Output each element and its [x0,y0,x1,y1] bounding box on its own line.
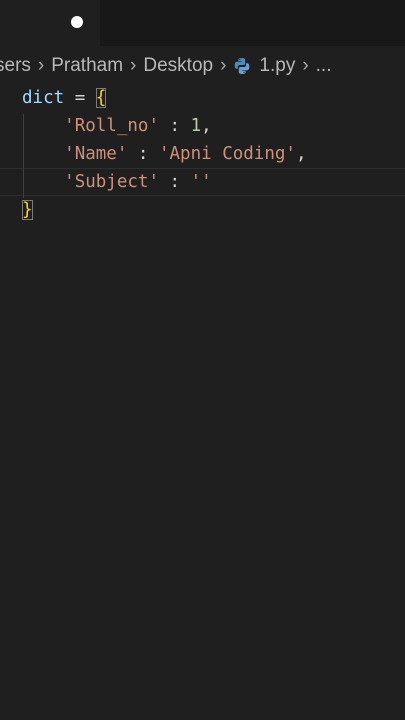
colon-token: : [158,116,191,136]
colon-token: : [127,144,159,164]
string-token: '' [190,172,212,192]
indent-guide [23,114,24,198]
dict-key-token: 'Roll_no' [64,116,159,136]
code-editor[interactable]: dict = { 'Roll_no' : 1, 'Name' : 'Apni C… [0,84,405,720]
code-line-2[interactable]: 'Roll_no' : 1, [22,112,212,140]
breadcrumb-item-desktop[interactable]: Desktop [143,55,213,77]
code-line-3[interactable]: 'Name' : 'Apni Coding', [22,140,307,168]
python-file-icon [235,58,250,74]
chevron-right-icon: › [37,55,45,76]
unsaved-dot-icon[interactable] [71,16,83,28]
dict-key-token: 'Name' [64,144,128,164]
chevron-right-icon: › [220,55,227,76]
close-brace-token: } [22,200,33,220]
number-token: 1 [190,116,202,136]
colon-token: : [158,172,191,192]
comma-token: , [295,144,307,164]
breadcrumb-ellipsis[interactable]: ... [316,55,332,77]
breadcrumb-item-users[interactable]: sers [0,55,31,77]
variable-token: dict [22,88,65,108]
chevron-right-icon: › [130,55,137,76]
dict-key-token: 'Subject' [64,172,159,192]
operator-token: = [64,88,96,108]
tab-bar: y [0,0,405,46]
code-line-5[interactable]: } [22,196,33,224]
breadcrumb: sers › Pratham › Desktop › 1.py › ... [0,50,332,82]
code-line-1[interactable]: dict = { [22,84,107,112]
breadcrumb-item-file[interactable]: 1.py [259,55,295,77]
code-line-4-content: 'Subject' : '' [22,168,212,196]
code-line-4-current[interactable]: 'Subject' : '' [0,168,405,196]
string-token: 'Apni Coding' [158,144,296,164]
breadcrumb-item-pratham[interactable]: Pratham [51,55,123,77]
open-brace-token: { [95,88,107,108]
comma-token: , [201,116,212,136]
editor-tab[interactable]: y [0,0,100,46]
chevron-right-icon: › [302,55,309,76]
